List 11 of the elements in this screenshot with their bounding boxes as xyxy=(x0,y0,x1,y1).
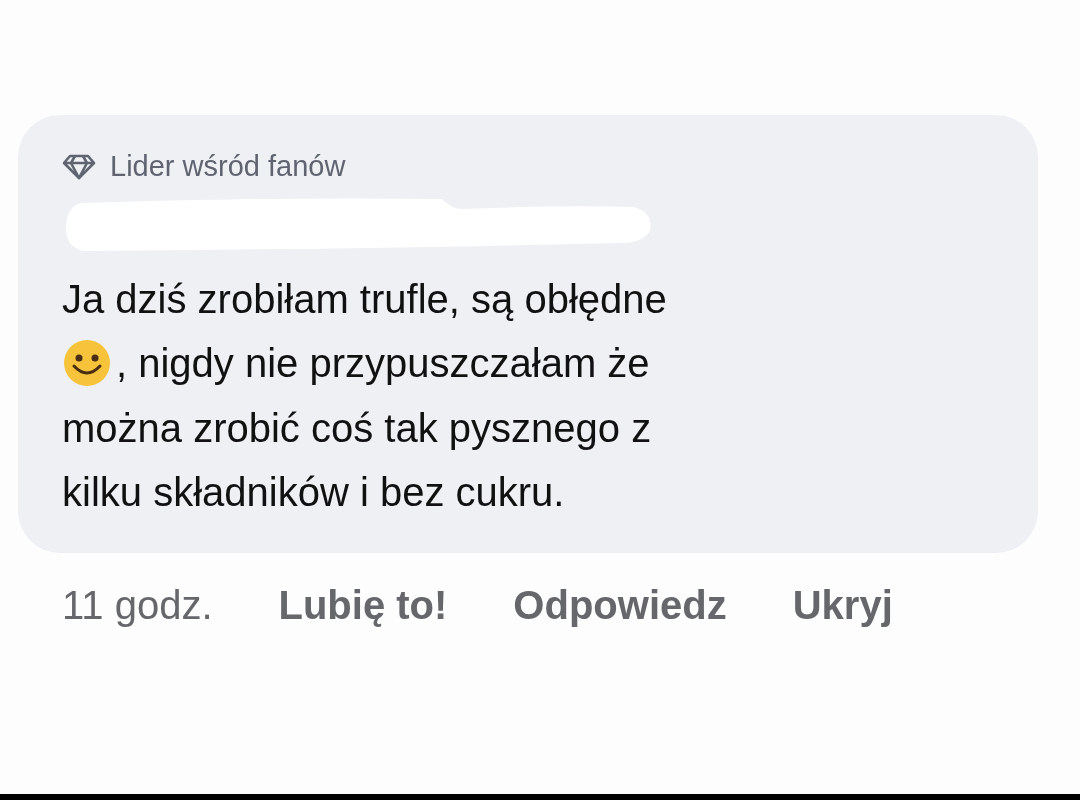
comment-text: kilku składników i bez cukru. xyxy=(62,469,565,516)
comment-text: , nigdy nie przypuszczałam że xyxy=(116,340,650,387)
action-link[interactable]: Lubię to! xyxy=(278,574,448,635)
diamond-icon xyxy=(62,153,96,180)
comment-text: Ja dziś zrobiłam trufle, są obłędne xyxy=(62,275,667,323)
action-link[interactable]: Odpowiedz xyxy=(513,574,727,635)
timestamp: 11 godz. xyxy=(62,581,213,629)
action-link[interactable]: Ukryj xyxy=(792,574,893,635)
comment-text: można zrobić coś tak pysznego z xyxy=(62,404,652,452)
badge-label: Lider wśród fanów xyxy=(110,149,346,184)
smiley-emoji-icon xyxy=(62,338,112,389)
